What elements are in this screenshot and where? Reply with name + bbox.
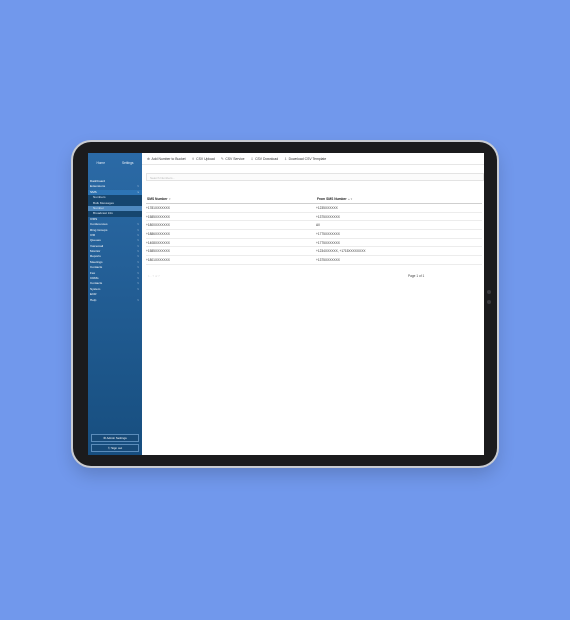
camera-dot — [487, 290, 491, 294]
table-header-row: SMS Number ▼ From SMS Number ▲▼ — [146, 194, 482, 204]
toolbar-button[interactable]: ⊕ Add Number to Bucket — [147, 157, 186, 161]
sidebar: Home Settings Dashboard Extensions > SMS v Nu… — [88, 153, 142, 455]
download-icon: ⇩ — [250, 156, 254, 161]
col-sms-number[interactable]: SMS Number ▼ — [146, 194, 316, 204]
toolbar: ⊕ Add Number to Bucket ⇪ CSV Upload ✎ CSV Ser… — [142, 153, 484, 165]
sidebar-item-label: CRMs — [90, 276, 99, 281]
sidebar-item-label: Contacts — [90, 281, 103, 286]
toolbar-button[interactable]: ⇪ CSV Upload — [192, 157, 215, 161]
sidebar-item-label: Meetings — [90, 259, 103, 264]
pager: 1 - 7 of 7 Page 1 of 1 — [146, 274, 482, 280]
app-screen: Home Settings Dashboard Extensions > SMS v Nu… — [88, 153, 484, 455]
settings-link[interactable]: Settings — [122, 161, 134, 171]
sidebar-item-label: Broadcast Info — [93, 211, 113, 216]
sidebar-bottom: ⚙ Admin Settings ⎋ Sign out — [91, 432, 139, 452]
cell-from-sms-number: +1234XXXXXX, +1715XXXXXXXX — [316, 246, 482, 257]
sign-out-label: Sign out — [111, 446, 123, 450]
cell-from-sms-number: +1775XXXXXXX — [316, 238, 482, 248]
sidebar-item-label: Bulk Messages — [93, 200, 114, 205]
sidebar-item-label: System — [90, 286, 101, 291]
cell-sms-number: +1408XXXXXXX — [146, 238, 316, 248]
sidebar-item-label: Dashboard — [90, 179, 106, 183]
sign-out-button[interactable]: ⎋ Sign out — [91, 444, 139, 452]
table-row[interactable]: +1585XXXXXXX +1375XXXXXXX — [146, 212, 482, 222]
cell-from-sms-number: +1775XXXXXXX — [316, 229, 482, 239]
camera-dot — [487, 300, 491, 304]
sidebar-item-label: Conferences — [90, 222, 108, 227]
cell-sms-number: +1886XXXXXXX — [146, 229, 316, 239]
toolbar-button-label: CSV Service — [225, 156, 245, 161]
sidebar-menu: Dashboard Extensions > SMS v Numbers Bulk Mess… — [88, 179, 142, 303]
sort-arrow-icon: ▼ — [168, 197, 172, 201]
table-row[interactable]: +1408XXXXXXX +1775XXXXXXX — [146, 238, 482, 248]
table-row[interactable]: +1781XXXXXXX +1235XXXXXX — [146, 203, 482, 213]
col-from-sms-number-label: From SMS Number — [317, 196, 347, 201]
toolbar-button[interactable]: ⇩ Download CSV Template — [284, 157, 326, 161]
sidebar-item-label: Queues — [90, 238, 101, 243]
showing-count: 1 - 7 of 7 — [148, 274, 160, 278]
cell-sms-number: +1585XXXXXXX — [146, 246, 316, 257]
sidebar-item-label: SMS — [90, 189, 97, 194]
col-from-sms-number[interactable]: From SMS Number ▲▼ — [316, 194, 482, 204]
cell-sms-number: +1800XXXXXXX — [146, 220, 316, 231]
cell-from-sms-number: +1235XXXXXX — [316, 203, 482, 213]
toolbar-button-label: CSV Upload — [196, 156, 215, 161]
toolbar-button[interactable]: ✎ CSV Service — [221, 157, 245, 161]
cell-sms-number: +1801XXXXXXX — [146, 255, 316, 265]
sidebar-item-label: IVRS — [90, 216, 98, 221]
toolbar-button-label: Download CSV Template — [288, 156, 327, 161]
toolbar-button[interactable]: ⇩ CSV Download — [251, 157, 279, 161]
cell-from-sms-number: +1375XXXXXXX — [316, 255, 482, 265]
table-row[interactable]: +1800XXXXXXX All — [146, 220, 482, 231]
table-body: +1781XXXXXXX +1235XXXXXX +1585XXXXXXX +1375… — [146, 203, 482, 265]
table-row[interactable]: +1886XXXXXXX +1775XXXXXXX — [146, 229, 482, 239]
col-sms-number-label: SMS Number — [147, 196, 168, 201]
tablet-frame: Home Settings Dashboard Extensions > SMS v Nu… — [73, 142, 497, 466]
table-row[interactable]: +1801XXXXXXX +1375XXXXXXX — [146, 255, 482, 265]
sort-arrow-icon: ▲▼ — [347, 197, 353, 201]
sidebar-item-label: Reports — [90, 254, 101, 259]
sidebar-item[interactable]: Help > — [88, 298, 142, 303]
cell-from-sms-number: +1375XXXXXXX — [316, 212, 482, 222]
cell-sms-number: +1585XXXXXXX — [146, 212, 316, 222]
main-content: ⊕ Add Number to Bucket ⇪ CSV Upload ✎ CSV Ser… — [142, 153, 484, 455]
search-input[interactable]: Search Numbers... — [146, 173, 484, 181]
toolbar-button-label: Add Number to Bucket — [151, 156, 186, 161]
sidebar-top-links: Home Settings — [88, 153, 142, 171]
upload-icon: ⇪ — [191, 156, 195, 161]
cell-sms-number: +1781XXXXXXX — [146, 203, 316, 213]
sidebar-item-label: Fax — [90, 270, 96, 275]
admin-settings-button[interactable]: ⚙ Admin Settings — [91, 434, 139, 442]
sidebar-item-label: Voicemail — [90, 243, 104, 248]
toolbar-button-label: CSV Download — [255, 156, 279, 161]
cell-from-sms-number: All — [316, 220, 482, 231]
edit-icon: ✎ — [220, 156, 224, 161]
sidebar-item-label: Number — [93, 205, 105, 210]
sidebar-item-label: Monitor — [90, 249, 101, 254]
numbers-table: SMS Number ▼ From SMS Number ▲▼ +1781XXX… — [146, 194, 482, 265]
sidebar-item-label: Help — [90, 297, 97, 302]
sidebar-item-label: IVR — [90, 232, 96, 237]
table-row[interactable]: +1585XXXXXXX +1234XXXXXX, +1715XXXXXXXX — [146, 246, 482, 257]
sidebar-item-label: Ring Groups — [90, 227, 108, 232]
home-link[interactable]: Home — [96, 161, 105, 171]
sidebar-item-label: Extensions — [90, 184, 106, 189]
sidebar-item-label: Numbers — [93, 195, 106, 200]
sidebar-item-label: Contacts — [90, 265, 103, 270]
page-indicator: Page 1 of 1 — [408, 274, 425, 278]
chevron-icon: > — [137, 297, 139, 302]
download-template-icon: ⇩ — [284, 156, 288, 161]
sidebar-item-label: ECR — [90, 292, 97, 297]
plus-icon: ⊕ — [147, 156, 151, 161]
admin-settings-label: Admin Settings — [106, 436, 127, 440]
